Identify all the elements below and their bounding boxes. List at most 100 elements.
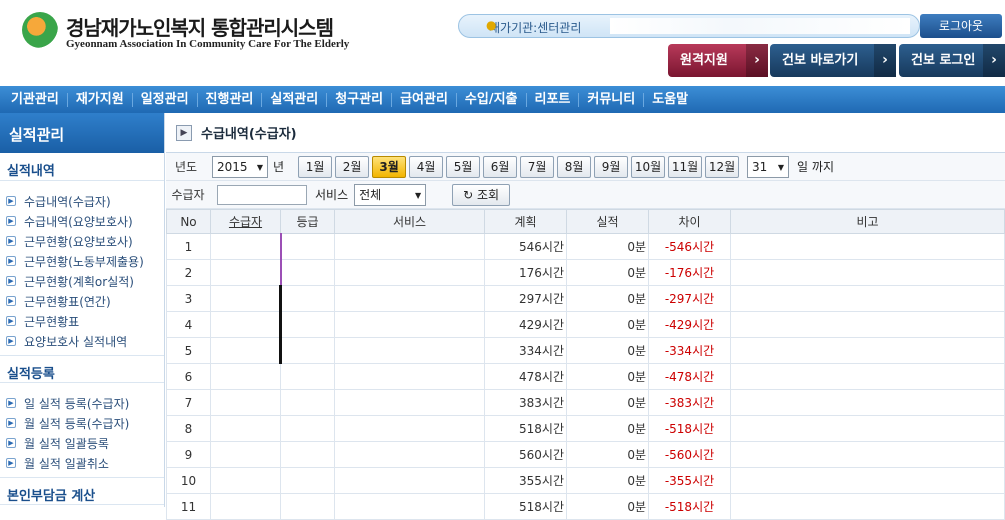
sidebar-item[interactable]: ▶ 일 실적 등록(수급자) (6, 393, 164, 413)
col-header: No (166, 209, 211, 234)
bullet-arrow-icon: ▶ (6, 196, 16, 206)
nav-item[interactable]: 진행관리 (198, 92, 263, 107)
service-cell (334, 441, 485, 468)
plan-cell: 355시간 (484, 467, 567, 494)
month-button[interactable]: 2월 (335, 155, 370, 178)
bullet-arrow-icon: ▶ (6, 236, 16, 246)
table-row[interactable]: 2 176시간 0분 -176시간 (166, 259, 1005, 286)
nav-item[interactable]: 일정관리 (133, 92, 198, 107)
service-select[interactable]: 전체 ▼ (354, 183, 427, 206)
user-icon: ● (486, 18, 497, 32)
page-title: 수급내역(수급자) (201, 127, 297, 142)
nav-item[interactable]: 재가지원 (68, 92, 133, 107)
table-row[interactable]: 1 546시간 0분 -546시간 (166, 233, 1005, 260)
nav-item[interactable]: 도움말 (644, 92, 696, 107)
actual-cell: 0분 (566, 259, 649, 286)
sidebar: 실적관리 실적내역 ▶ 수급내역(수급자) ▶ 수급내역(요양보호사) ▶ 근무현황(… (0, 113, 165, 507)
year-select[interactable]: 2015 ▼ (212, 155, 268, 178)
note-cell (730, 233, 1005, 260)
recipient-cell (210, 285, 282, 312)
table-row[interactable]: 7 383시간 0분 -383시간 (166, 389, 1005, 416)
sidebar-item[interactable]: ▶ 수급내역(요양보호사) (6, 211, 164, 231)
logout-button[interactable]: 로그아웃 (920, 14, 1002, 38)
table-row[interactable]: 10 355시간 0분 -355시간 (166, 467, 1005, 494)
month-button[interactable]: 5월 (446, 155, 481, 178)
chevron-right-icon: › (874, 44, 896, 77)
plan-cell: 383시간 (484, 389, 567, 416)
sidebar-item[interactable]: ▶ 수급내역(수급자) (6, 191, 164, 211)
recipient-input[interactable] (217, 184, 307, 205)
month-button[interactable]: 9월 (594, 155, 629, 178)
sidebar-item[interactable]: ▶ 근무현황(계획or실적) (6, 271, 164, 291)
table-row[interactable]: 4 429시간 0분 -429시간 (166, 311, 1005, 338)
filter-row-date: 년도 2015 ▼ 년 1월 2월 3월 4월 5월 6월 7월 8월 9월 10… (166, 153, 1005, 181)
gunbo-go-button[interactable]: 건보 바로가기 › (770, 44, 896, 77)
service-cell (334, 389, 485, 416)
gunbo-go-label: 건보 바로가기 (782, 53, 859, 68)
chevron-right-icon: › (983, 44, 1005, 77)
month-button[interactable]: 1월 (298, 155, 333, 178)
nav-item[interactable]: 청구관리 (327, 92, 393, 107)
actual-cell: 0분 (566, 467, 649, 494)
col-header: 비고 (730, 209, 1005, 234)
day-select[interactable]: 31 ▼ (747, 155, 790, 178)
nav-item[interactable]: 급여관리 (392, 92, 457, 107)
grade-cell (280, 389, 335, 416)
diff-cell: -518시간 (648, 415, 731, 442)
table-row[interactable]: 9 560시간 0분 -560시간 (166, 441, 1005, 468)
row-no: 9 (166, 441, 211, 468)
sidebar-section-title: 실적내역 (0, 153, 164, 181)
actual-cell: 0분 (566, 311, 649, 338)
month-button[interactable]: 10월 (631, 155, 666, 178)
remote-support-label: 원격지원 (680, 53, 728, 68)
note-cell (730, 337, 1005, 364)
sidebar-section-title: 실적등록 (0, 355, 164, 383)
table-header-row: No 수급자 등급 서비스 계획 실적 차이 비고 (166, 209, 1005, 234)
nav-item[interactable]: 실적관리 (262, 92, 328, 107)
month-button-active[interactable]: 3월 (372, 155, 407, 178)
bullet-arrow-icon: ▶ (6, 336, 16, 346)
note-cell (730, 311, 1005, 338)
sidebar-item[interactable]: ▶ 요양보호사 실적내역 (6, 331, 164, 351)
sidebar-item[interactable]: ▶ 근무현황표 (6, 311, 164, 331)
sidebar-item[interactable]: ▶ 월 실적 일괄취소 (6, 453, 164, 473)
col-header: 서비스 (334, 209, 485, 234)
grade-cell (280, 467, 335, 494)
nav-item[interactable]: 커뮤니티 (579, 92, 645, 107)
sidebar-item[interactable]: ▶ 월 실적 일괄등록 (6, 433, 164, 453)
row-no: 10 (166, 467, 211, 494)
month-button[interactable]: 6월 (483, 155, 518, 178)
diff-cell: -560시간 (648, 441, 731, 468)
recipient-cell (210, 363, 281, 390)
sidebar-item[interactable]: ▶ 월 실적 등록(수급자) (6, 413, 164, 433)
sidebar-item-label: 근무현황(노동부제출용) (24, 254, 144, 269)
recipient-cell (210, 259, 282, 286)
month-button[interactable]: 12월 (705, 155, 740, 178)
sidebar-item[interactable]: ▶ 근무현황(노동부제출용) (6, 251, 164, 271)
month-button[interactable]: 11월 (668, 155, 703, 178)
chevron-down-icon: ▼ (777, 162, 785, 172)
table-row[interactable]: 5 334시간 0분 -334시간 (166, 337, 1005, 364)
plan-cell: 297시간 (484, 285, 567, 312)
day-suffix: 일 까지 (797, 160, 834, 174)
sidebar-item[interactable]: ▶ 근무현황(요양보호사) (6, 231, 164, 251)
sidebar-item[interactable]: ▶ 근무현황표(연간) (6, 291, 164, 311)
nav-item[interactable]: 리포트 (527, 92, 580, 107)
year-label: 년도 (174, 160, 198, 174)
nav-item[interactable]: 수입/지출 (457, 92, 527, 107)
table-row[interactable]: 3 297시간 0분 -297시간 (166, 285, 1005, 312)
gunbo-login-button[interactable]: 건보 로그인 › (899, 44, 1005, 77)
month-button[interactable]: 7월 (520, 155, 555, 178)
search-button[interactable]: ↻ 조회 (452, 183, 511, 206)
month-button[interactable]: 8월 (557, 155, 592, 178)
diff-cell: -383시간 (648, 389, 731, 416)
table-row[interactable]: 8 518시간 0분 -518시간 (166, 415, 1005, 442)
table-row[interactable]: 6 478시간 0분 -478시간 (166, 363, 1005, 390)
nav-item[interactable]: 기관관리 (3, 92, 68, 107)
col-header[interactable]: 수급자 (210, 209, 281, 234)
diff-cell: -334시간 (648, 337, 731, 364)
month-button[interactable]: 4월 (409, 155, 444, 178)
grade-cell (280, 441, 335, 468)
remote-support-button[interactable]: 원격지원 › (668, 44, 768, 77)
service-cell (334, 337, 485, 364)
